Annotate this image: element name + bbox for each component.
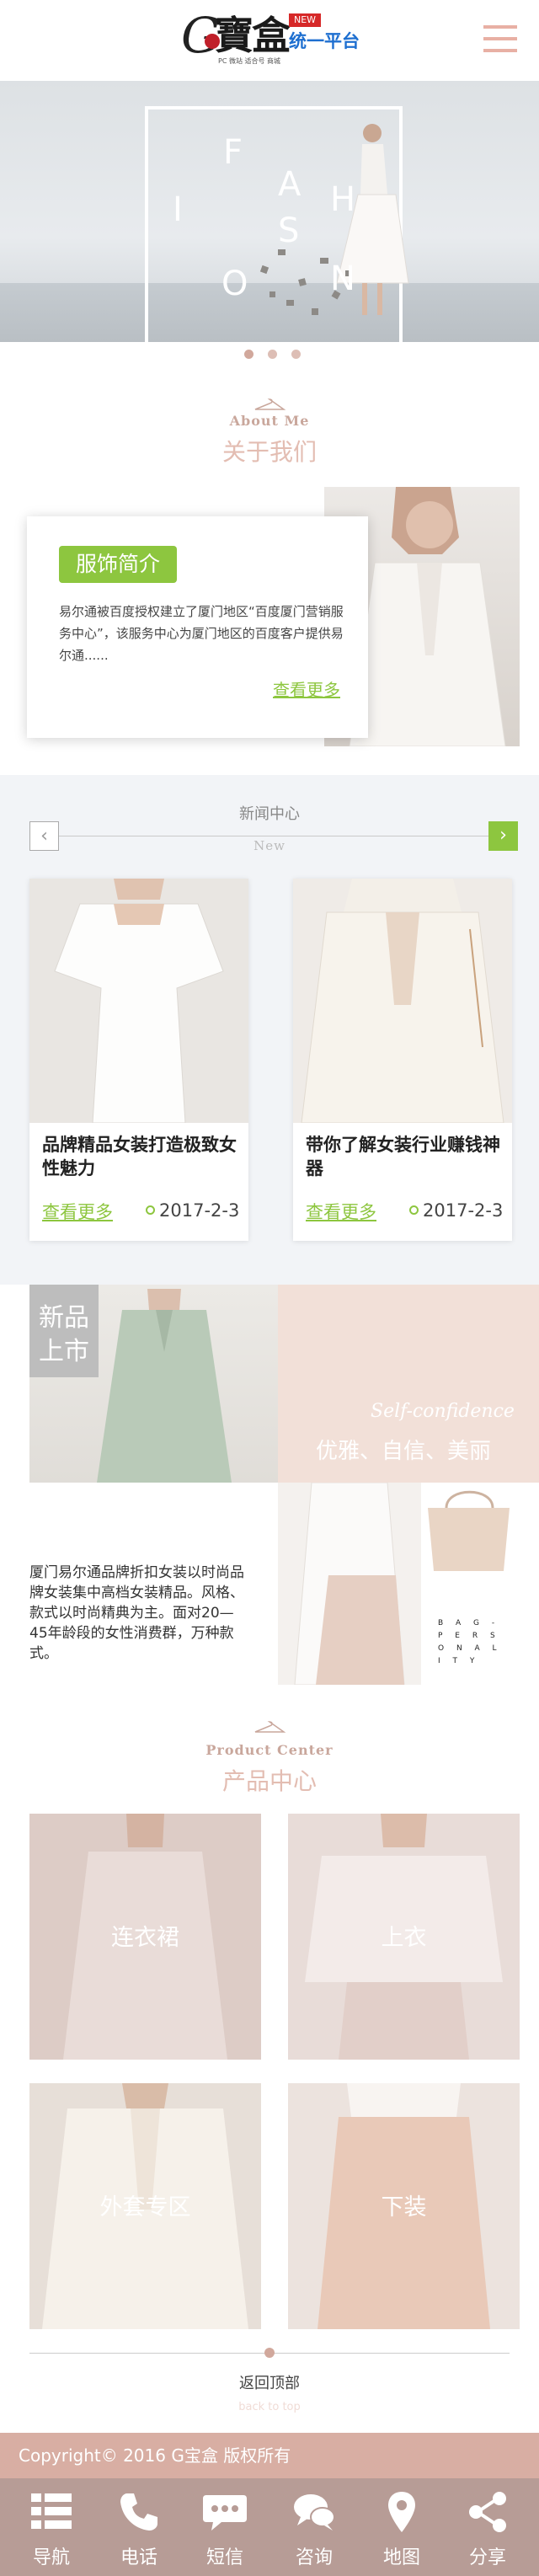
new-arrival-tag: 新品 上市	[29, 1285, 99, 1377]
logo-new-badge: NEW	[289, 13, 322, 27]
map-pin-icon	[388, 2492, 415, 2532]
site-logo[interactable]: G 寶盒 NEW 统一平台 PC 微站 适合号 商城	[181, 8, 375, 67]
news-date: 2017-2-3	[409, 1200, 503, 1221]
phone-icon	[120, 2493, 157, 2531]
product-label: 下装	[381, 2194, 427, 2221]
nav-label: 地图	[382, 2547, 420, 2568]
grid-menu-icon	[31, 2493, 72, 2529]
clock-icon	[146, 1205, 155, 1215]
hamburger-menu-icon[interactable]	[483, 25, 520, 54]
nav-label: 电话	[120, 2547, 157, 2568]
product-dresses[interactable]: 连衣裙	[29, 1814, 261, 2060]
products-en-title: Product Center	[205, 1742, 334, 1758]
nav-item-phone[interactable]: 电话	[94, 2478, 184, 2576]
products-cn-title: 产品中心	[221, 1767, 317, 1795]
back-to-top-dot	[264, 2348, 275, 2358]
hanger-icon	[254, 1721, 286, 1733]
about-text: 易尔通被百度授权建立了厦门地区“百度厦门营销服务中心”，该服务中心为厦门地区的百…	[59, 604, 344, 663]
slider-dot[interactable]	[268, 350, 277, 359]
news-image	[293, 879, 512, 1123]
banner-letter-f: F	[223, 133, 243, 172]
slider-dot[interactable]	[291, 350, 301, 359]
chat-bubbles-icon	[294, 2494, 335, 2531]
about-cn-title: 关于我们	[221, 438, 317, 466]
product-bottoms[interactable]: 下装	[288, 2083, 520, 2329]
sms-bubble-icon	[203, 2495, 247, 2531]
new-arrival-bag-image[interactable]: B A G - P E R S O N A L I T Y	[278, 1483, 518, 1685]
slider-dots[interactable]	[244, 350, 303, 360]
product-label: 连衣裙	[111, 1925, 179, 1951]
back-to-top-link[interactable]: 返回顶部	[0, 2371, 539, 2393]
news-title[interactable]: 品牌精品女装打造极致女性魅力	[42, 1133, 240, 1180]
news-cn-title: 新闻中心	[239, 805, 300, 823]
logo-subtitle: 统一平台	[289, 31, 360, 51]
product-outerwear[interactable]: 外套专区	[29, 2083, 261, 2329]
back-to-top-en[interactable]: back to top	[0, 2401, 539, 2413]
news-card[interactable]: 带你了解女装行业赚钱神器 查看更多 2017-2-3	[293, 879, 512, 1241]
about-card: 服饰简介 易尔通被百度授权建立了厦门地区“百度厦门营销服务中心”，该服务中心为厦…	[27, 516, 368, 738]
news-date: 2017-2-3	[146, 1200, 239, 1221]
news-en-title: New	[253, 838, 286, 853]
new-arrival-script: Self-confidence	[371, 1401, 515, 1422]
chevron-right-icon[interactable]: ›	[488, 821, 518, 851]
banner-letter-n: N	[330, 259, 355, 298]
banner-letter-o: O	[221, 265, 248, 303]
nav-item-navigation[interactable]: 导航	[7, 2478, 96, 2576]
nav-item-share[interactable]: 分享	[443, 2478, 532, 2576]
hero-banner[interactable]: F A I S H O N	[0, 81, 539, 342]
product-label: 上衣	[381, 1925, 427, 1951]
new-arrival-slogan: 优雅、自信、美丽	[316, 1439, 492, 1464]
banner-letter-h: H	[330, 180, 356, 219]
news-title[interactable]: 带你了解女装行业赚钱神器	[306, 1133, 504, 1180]
logo-tagline: PC 微站 适合号 商城	[218, 57, 281, 65]
logo-chinese: 寶盒	[215, 13, 291, 58]
copyright-bar: Copyright© 2016 G宝盒 版权所有	[0, 2433, 539, 2478]
slider-dot[interactable]	[244, 350, 253, 359]
news-image	[29, 879, 248, 1123]
about-badge: 服饰简介	[59, 546, 177, 583]
banner-letter-i: I	[173, 190, 183, 229]
nav-label: 咨询	[295, 2547, 333, 2568]
banner-letter-a: A	[278, 165, 302, 204]
header: G 寶盒 NEW 统一平台 PC 微站 适合号 商城	[0, 0, 539, 81]
bottom-nav: 导航 电话 短信 咨询 地图 分享	[0, 2478, 539, 2576]
share-icon	[469, 2492, 506, 2532]
nav-item-sms[interactable]: 短信	[180, 2478, 270, 2576]
product-label: 外套专区	[99, 2194, 191, 2221]
news-more-link[interactable]: 查看更多	[306, 1199, 376, 1224]
news-card[interactable]: 品牌精品女装打造极致女性魅力 查看更多 2017-2-3	[29, 879, 248, 1241]
news-more-link[interactable]: 查看更多	[42, 1199, 113, 1224]
bag-personality-text: B A G - P E R S O N A L I T Y	[438, 1619, 502, 1665]
nav-label: 短信	[205, 2547, 243, 2568]
clock-icon	[409, 1205, 419, 1215]
about-en-title: About Me	[229, 413, 310, 429]
nav-label: 导航	[32, 2547, 70, 2568]
nav-label: 分享	[468, 2547, 506, 2568]
nav-item-map[interactable]: 地图	[357, 2478, 446, 2576]
about-more-link[interactable]: 查看更多	[273, 676, 340, 701]
new-arrival-text: 厦门易尔通品牌折扣女装以时尚品牌女装集中高档女装精品。风格、款式以时尚精典为主。…	[29, 1564, 244, 1662]
product-tops[interactable]: 上衣	[288, 1814, 520, 2060]
banner-letter-s: S	[278, 211, 300, 250]
hanger-icon	[254, 398, 286, 410]
nav-item-consult[interactable]: 咨询	[270, 2478, 359, 2576]
chevron-left-icon[interactable]: ‹	[29, 821, 59, 851]
